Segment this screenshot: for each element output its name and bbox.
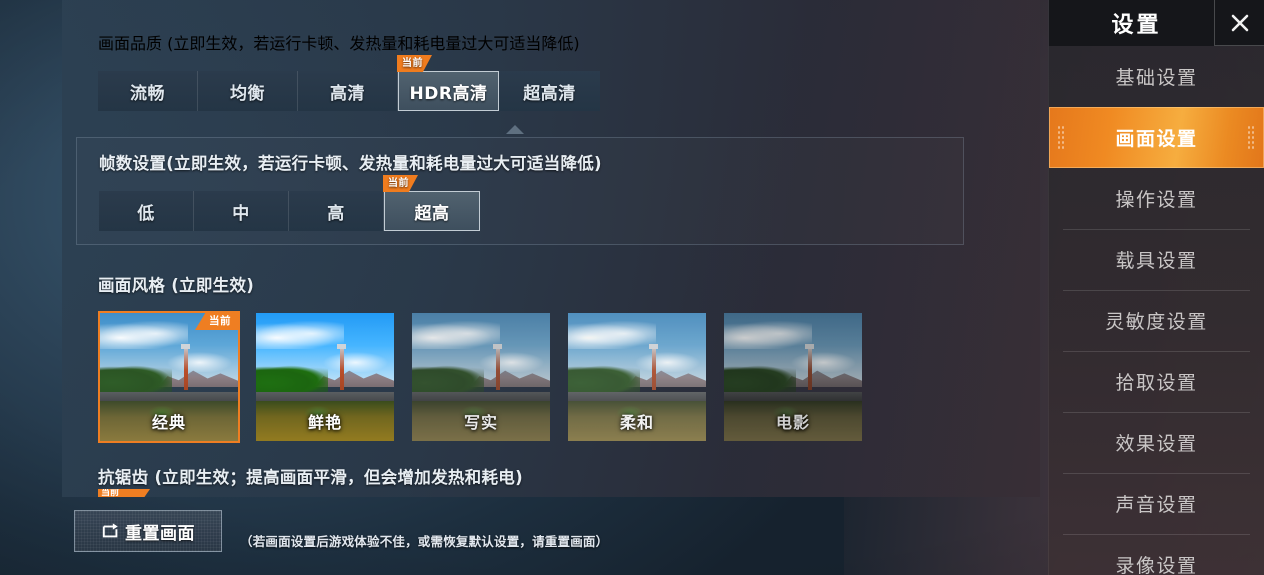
- sidebar-header: 设置: [1049, 0, 1264, 46]
- current-badge: 当前: [397, 55, 432, 72]
- quality-option-label: 均衡: [230, 83, 265, 104]
- framerate-section-title: 帧数设置(立即生效，若运行卡顿、发热量和耗电量过大可适当降低): [99, 154, 602, 173]
- scroll-up-arrow-icon: [506, 125, 524, 134]
- style-section-title: 画面风格 (立即生效): [98, 276, 255, 295]
- sidebar-item-recording[interactable]: 录像设置: [1049, 534, 1264, 575]
- framerate-option-label: 高: [327, 203, 345, 224]
- sidebar-item-controls[interactable]: 操作设置: [1049, 168, 1264, 229]
- framerate-option-label: 超高: [414, 203, 450, 224]
- antialias-section-title: 抗锯齿 (立即生效；提高画面平滑，但会增加发热和耗电): [98, 468, 523, 487]
- sidebar-item-audio[interactable]: 声音设置: [1049, 473, 1264, 534]
- framerate-option-label: 中: [232, 203, 250, 224]
- framerate-section: 帧数设置(立即生效，若运行卡顿、发热量和耗电量过大可适当降低) 低 中 高 当前…: [76, 137, 964, 245]
- sidebar-item-label: 声音设置: [1115, 494, 1198, 516]
- quality-option-chaogaoqing[interactable]: 超高清: [499, 71, 600, 111]
- sidebar-menu: 基础设置 画面设置 操作设置 载具设置 灵敏度设置 拾取设置 效果设置 声音设置…: [1049, 46, 1264, 575]
- style-thumb-movie[interactable]: 电影: [722, 311, 864, 443]
- quality-option-hdr-gaoqing[interactable]: 当前 HDR高清: [397, 55, 499, 111]
- sidebar-item-label: 画面设置: [1115, 128, 1198, 150]
- quality-option-liuchang[interactable]: 流畅: [98, 71, 198, 111]
- quality-option-gaoqing[interactable]: 高清: [298, 71, 398, 111]
- style-thumb-realistic[interactable]: 写实: [410, 311, 552, 443]
- graphics-settings-panel: 画面品质 (立即生效，若运行卡顿、发热量和耗电量过大可适当降低) 流畅 均衡 高…: [62, 0, 1040, 497]
- style-thumb-label: 经典: [151, 413, 186, 432]
- style-thumb-soft[interactable]: 柔和: [566, 311, 708, 443]
- quality-option-junheng[interactable]: 均衡: [198, 71, 298, 111]
- framerate-option-label: 低: [137, 203, 155, 224]
- quality-option-label: 超高清: [523, 83, 576, 104]
- quality-option-row: 流畅 均衡 高清 当前 HDR高清 超高清: [98, 55, 600, 111]
- sidebar-item-graphics[interactable]: 画面设置: [1049, 107, 1264, 168]
- style-thumb-label: 鲜艳: [307, 413, 342, 432]
- dots-decoration-icon: [1057, 124, 1066, 151]
- style-thumb-classic[interactable]: 当前 经典: [98, 311, 240, 443]
- framerate-option-high[interactable]: 高: [289, 191, 384, 231]
- close-button[interactable]: [1214, 0, 1264, 46]
- sidebar-item-sensitivity[interactable]: 灵敏度设置: [1049, 290, 1264, 351]
- style-thumb-vivid[interactable]: 鲜艳: [254, 311, 396, 443]
- quality-section-title: 画面品质 (立即生效，若运行卡顿、发热量和耗电量过大可适当降低): [98, 34, 580, 53]
- sidebar-item-label: 操作设置: [1115, 189, 1198, 211]
- reset-graphics-button[interactable]: 重置画面: [74, 510, 222, 552]
- reset-icon: [102, 523, 118, 538]
- reset-hint-text: （若画面设置后游戏体验不佳，或需恢复默认设置，请重置画面）: [240, 534, 609, 549]
- framerate-option-row: 低 中 高 当前 超高: [99, 175, 480, 231]
- sidebar-item-label: 灵敏度设置: [1105, 311, 1208, 333]
- sidebar-item-pickup[interactable]: 拾取设置: [1049, 351, 1264, 412]
- sidebar-item-label: 拾取设置: [1115, 372, 1198, 394]
- sidebar-item-basic[interactable]: 基础设置: [1049, 46, 1264, 107]
- style-thumbnail-row: 当前 经典 鲜艳 写实 柔和 电影: [98, 311, 864, 443]
- quality-option-label: 流畅: [130, 83, 165, 104]
- close-icon: [1231, 14, 1248, 31]
- sidebar-item-effects[interactable]: 效果设置: [1049, 412, 1264, 473]
- quality-option-label: HDR高清: [409, 83, 488, 104]
- quality-option-label: 高清: [330, 83, 365, 104]
- current-badge: 当前: [383, 175, 418, 192]
- reset-graphics-label: 重置画面: [125, 523, 195, 544]
- sidebar-item-vehicle[interactable]: 载具设置: [1049, 229, 1264, 290]
- settings-sidebar: 设置 基础设置 画面设置 操作设置 载具设置 灵敏度设置 拾取设置 效果设置 声…: [1048, 0, 1264, 575]
- style-thumb-label: 柔和: [619, 413, 654, 432]
- settings-screen: 画面品质 (立即生效，若运行卡顿、发热量和耗电量过大可适当降低) 流畅 均衡 高…: [0, 0, 1264, 575]
- sidebar-title: 设置: [1111, 13, 1162, 38]
- current-badge: 当前: [98, 489, 150, 497]
- sidebar-item-label: 基础设置: [1115, 67, 1198, 89]
- graphics-settings-scroll-area[interactable]: 画面品质 (立即生效，若运行卡顿、发热量和耗电量过大可适当降低) 流畅 均衡 高…: [62, 0, 1040, 497]
- framerate-option-ultra[interactable]: 当前 超高: [383, 175, 480, 231]
- style-thumb-label: 电影: [775, 413, 810, 432]
- sidebar-item-label: 录像设置: [1115, 555, 1198, 575]
- style-thumb-label: 写实: [463, 413, 498, 432]
- sidebar-item-label: 载具设置: [1115, 250, 1198, 272]
- framerate-option-medium[interactable]: 中: [194, 191, 289, 231]
- sidebar-item-label: 效果设置: [1115, 433, 1198, 455]
- dots-decoration-icon: [1247, 124, 1256, 151]
- framerate-option-low[interactable]: 低: [99, 191, 194, 231]
